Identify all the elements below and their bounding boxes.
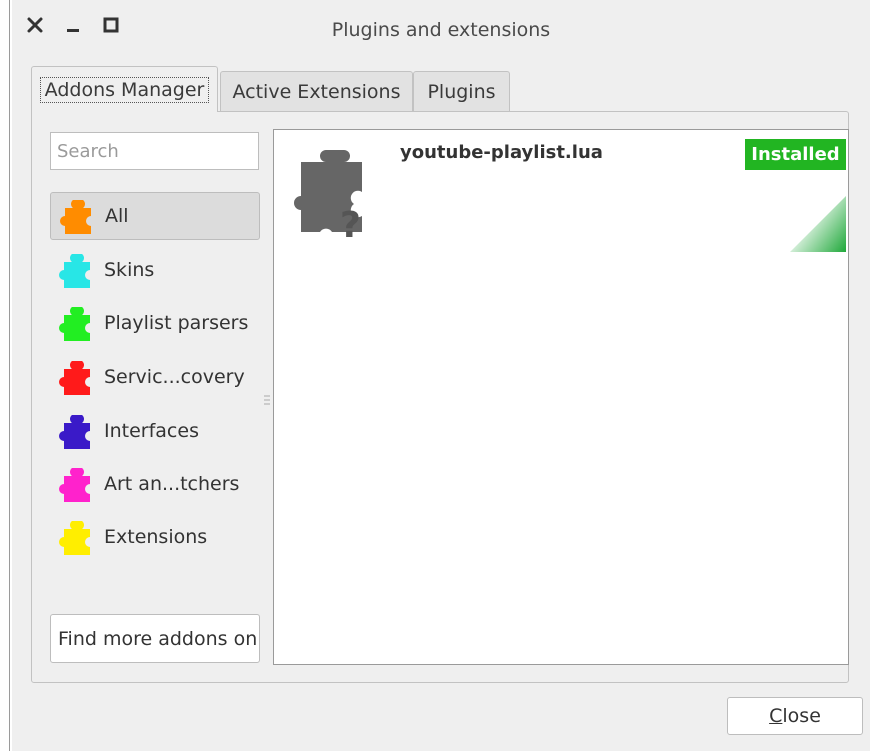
close-label: lose	[782, 705, 821, 727]
category-service-discovery[interactable]: Servic...covery	[50, 353, 260, 401]
tab-label: Active Extensions	[232, 80, 401, 103]
tab-plugins[interactable]: Plugins	[413, 71, 510, 111]
category-label: Playlist parsers	[104, 312, 249, 334]
tab-addons-manager[interactable]: Addons Manager	[31, 66, 218, 112]
puzzle-orange-icon	[60, 200, 91, 234]
puzzle-green-icon	[59, 307, 90, 341]
puzzle-yellow-icon	[59, 521, 90, 555]
search-input[interactable]	[50, 132, 259, 170]
find-more-label: Find more addons on	[58, 627, 258, 650]
category-extensions[interactable]: Extensions	[50, 513, 260, 561]
category-all[interactable]: All	[50, 192, 260, 240]
title-bar: Plugins and extensions	[12, 0, 870, 58]
left-window-edge	[0, 0, 12, 751]
category-label: Servic...covery	[104, 366, 245, 388]
category-skins[interactable]: Skins	[50, 246, 260, 294]
puzzle-unknown-icon: ?	[294, 150, 362, 240]
svg-text:?: ?	[340, 205, 361, 240]
category-interfaces[interactable]: Interfaces	[50, 407, 260, 455]
puzzle-red-icon	[59, 361, 90, 395]
puzzle-blue-icon	[59, 415, 90, 449]
tab-active-extensions[interactable]: Active Extensions	[220, 71, 413, 111]
status-badge: Installed	[745, 139, 846, 170]
category-label: Extensions	[104, 526, 208, 548]
addons-list[interactable]: ? youtube-playlist.lua Installed	[273, 129, 849, 665]
window-title: Plugins and extensions	[331, 19, 551, 41]
tab-label: Addons Manager	[39, 76, 210, 103]
puzzle-cyan-icon	[59, 254, 90, 288]
category-label: Art an...tchers	[104, 473, 240, 495]
addon-name: youtube-playlist.lua	[400, 142, 603, 163]
category-label: All	[105, 205, 129, 227]
tab-label: Plugins	[427, 80, 496, 103]
splitter-handle[interactable]	[264, 392, 270, 406]
close-mnemonic: C	[769, 705, 783, 727]
close-button[interactable]: Close	[727, 697, 863, 735]
find-more-addons-button[interactable]: Find more addons on	[50, 614, 260, 663]
plugins-window: Plugins and extensions Addons Manager Ac…	[12, 0, 870, 751]
category-label: Skins	[104, 259, 155, 281]
installed-corner-gradient	[790, 196, 846, 252]
category-label: Interfaces	[104, 420, 199, 442]
category-playlist-parsers[interactable]: Playlist parsers	[50, 299, 260, 347]
category-art-fetchers[interactable]: Art an...tchers	[50, 460, 260, 508]
puzzle-magenta-icon	[59, 468, 90, 502]
addon-item[interactable]: ? youtube-playlist.lua Installed	[274, 130, 848, 254]
